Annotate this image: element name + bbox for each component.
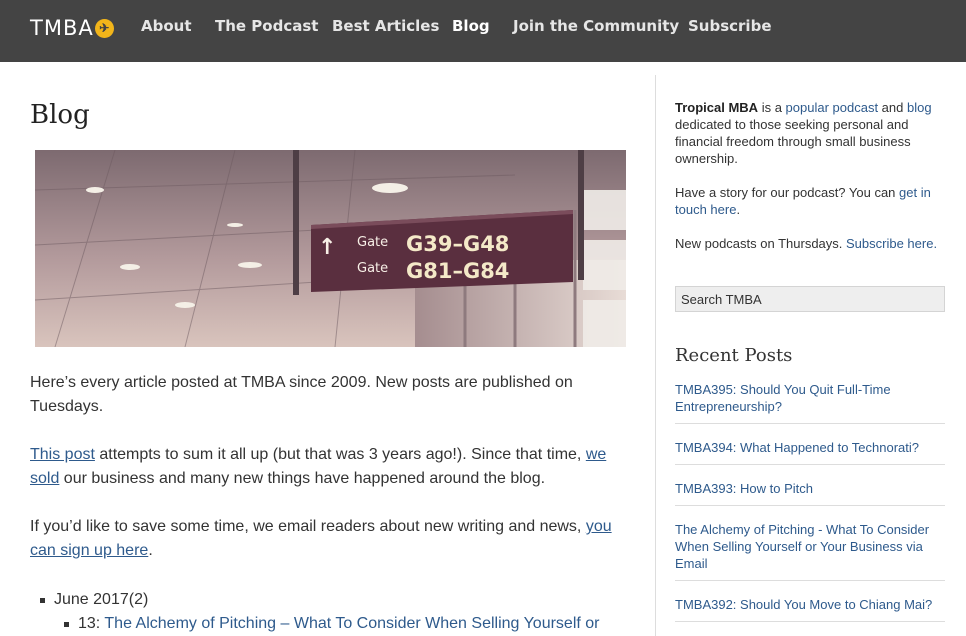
sidebar-about-text-2: and [878,100,907,115]
search-input[interactable] [675,286,945,312]
archive-list: June 2017(2) 13: The Alchemy of Pitching… [30,588,630,636]
sidebar-about: Tropical MBA is a popular podcast and bl… [675,99,945,167]
sidebar-about-text-3: dedicated to those seeking personal and … [675,117,911,166]
sign-gate-word-2: Gate [357,261,388,276]
intro-paragraph: Here’s every article posted at TMBA sinc… [30,374,573,415]
archive-post-item: 13: The Alchemy of Pitching – What To Co… [30,612,630,636]
nav-blog[interactable]: Blog [452,17,490,35]
sign-gate-word-1: Gate [357,235,388,250]
subscribe-here-link[interactable]: Subscribe here. [846,236,937,251]
nav-join-the-community[interactable]: Join the Community [513,17,679,35]
history-text-1: attempts to sum it all up (but that was … [94,446,586,463]
hero-image-airport-gate-sign: ↑ Gate G39–G48 Gate G81–G84 [35,150,626,347]
sidebar-about-text-1: is a [758,100,786,115]
blog-link[interactable]: blog [907,100,932,115]
sidebar-divider [655,75,656,636]
page-title: Blog [30,100,90,130]
top-nav-bar: TMBA ✈ About The Podcast Best Articles B… [0,0,966,62]
recent-post-link[interactable]: TMBA394: What Happened to Technorati? [675,438,945,465]
popular-podcast-link[interactable]: popular podcast [786,100,879,115]
sidebar-brand: Tropical MBA [675,100,759,115]
svg-text:↑: ↑ [318,235,336,260]
airplane-icon: ✈ [94,18,114,38]
archive-post-number: 13: [78,615,101,632]
site-logo[interactable]: TMBA ✈ [30,14,114,42]
recent-post-link[interactable]: TMBA393: How to Pitch [675,479,945,506]
nav-best-articles[interactable]: Best Articles [332,17,439,35]
archive-month: June 2017(2) [30,588,630,612]
recent-posts-list: TMBA395: Should You Quit Full-Time Entre… [675,380,945,636]
sidebar-story-end: . [736,202,741,217]
recent-post-link[interactable]: The Alchemy of Pitching - What To Consid… [675,520,945,581]
sidebar-story-text: Have a story for our podcast? You can [675,185,900,200]
signup-text-1: If you’d like to save some time, we emai… [30,518,586,535]
sidebar-podcasts-text: New podcasts on Thursdays. [675,236,847,251]
nav-the-podcast[interactable]: The Podcast [215,17,318,35]
logo-text: TMBA [30,16,94,40]
nav-about[interactable]: About [141,17,192,35]
nav-subscribe[interactable]: Subscribe [688,17,772,35]
signup-paragraph: If you’d like to save some time, we emai… [30,515,630,563]
history-paragraph: This post attempts to sum it all up (but… [30,443,630,491]
sign-gate-range-2: G81–G84 [406,259,509,283]
recent-post-link[interactable]: TMBA392: Should You Move to Chiang Mai? [675,595,945,622]
recent-post-link[interactable]: TMBA395: Should You Quit Full-Time Entre… [675,380,945,424]
recent-posts-heading: Recent Posts [675,345,793,366]
archive-post-link[interactable]: The Alchemy of Pitching – What To Consid… [104,615,599,632]
signup-text-2: . [148,542,153,559]
sign-gate-range-1: G39–G48 [406,232,509,256]
sidebar-story: Have a story for our podcast? You can ge… [675,184,945,218]
sidebar-podcasts: New podcasts on Thursdays. Subscribe her… [675,235,945,252]
this-post-link[interactable]: This post [30,446,95,463]
history-text-2: our business and many new things have ha… [59,470,546,487]
